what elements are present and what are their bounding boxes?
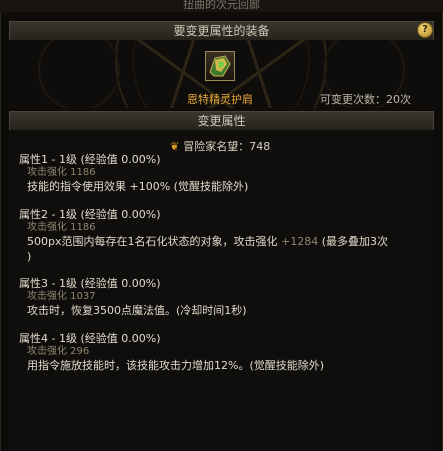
property-item-1[interactable]: 属性1 - 1级 (经验值 0.00%) 攻击强化 1186 技能的指令使用效果… <box>19 152 429 194</box>
property-desc-main: 500px范围内每存在1名石化状态的对象，攻击强化 <box>27 235 278 248</box>
property-desc: 500px范围内每存在1名石化状态的对象，攻击强化 +1284 (最多叠加3次 <box>19 234 429 249</box>
property-head: 属性2 - 1级 (经验值 0.00%) <box>19 208 161 221</box>
property-desc: 用指令施放技能时，该技能攻击力增加12%。(觉醒技能除外) <box>27 359 325 372</box>
property-desc-line2: ) <box>27 250 32 263</box>
property-attack: 攻击强化 1037 <box>27 291 96 302</box>
equipment-name: 恩特精灵护肩 <box>187 93 253 106</box>
property-desc: 技能的指令使用效果 +100% (觉醒技能除外) <box>27 180 249 193</box>
property-head: 属性3 - 1级 (经验值 0.00%) <box>19 277 161 290</box>
top-strip-title: 扭曲的次元回廊 <box>183 0 260 11</box>
equipment-slot[interactable] <box>205 51 235 81</box>
property-desc-tail: (最多叠加3次 <box>318 235 389 248</box>
property-item-3[interactable]: 属性3 - 1级 (经验值 0.00%) 攻击强化 1037 攻击时，恢复350… <box>19 276 429 318</box>
property-desc: 攻击时，恢复3500点魔法值。(冷却时间1秒) <box>27 304 247 317</box>
property-attack: 攻击强化 296 <box>27 346 90 357</box>
property-attack: 攻击强化 1186 <box>27 222 96 233</box>
property-desc-bonus: +1284 <box>277 235 319 248</box>
property-head: 属性1 - 1级 (经验值 0.00%) <box>19 153 161 166</box>
equipment-header-bar: 要变更属性的装备 <box>9 21 434 42</box>
property-item-2[interactable]: 属性2 - 1级 (经验值 0.00%) 攻击强化 1186 500px范围内每… <box>19 207 429 264</box>
property-head: 属性4 - 1级 (经验值 0.00%) <box>19 332 161 345</box>
change-count-label: 可变更次数：20次 <box>320 93 411 106</box>
property-attack: 攻击强化 1186 <box>27 167 96 178</box>
property-item-4[interactable]: 属性4 - 1级 (经验值 0.00%) 攻击强化 296 用指令施放技能时，该… <box>19 331 429 373</box>
change-property-header-bar: 变更属性 <box>9 111 434 132</box>
help-icon[interactable]: ? <box>417 22 433 38</box>
change-property-title: 变更属性 <box>197 114 246 128</box>
equipment-header-title: 要变更属性的装备 <box>173 24 270 38</box>
shoulder-armor-icon <box>209 55 231 77</box>
